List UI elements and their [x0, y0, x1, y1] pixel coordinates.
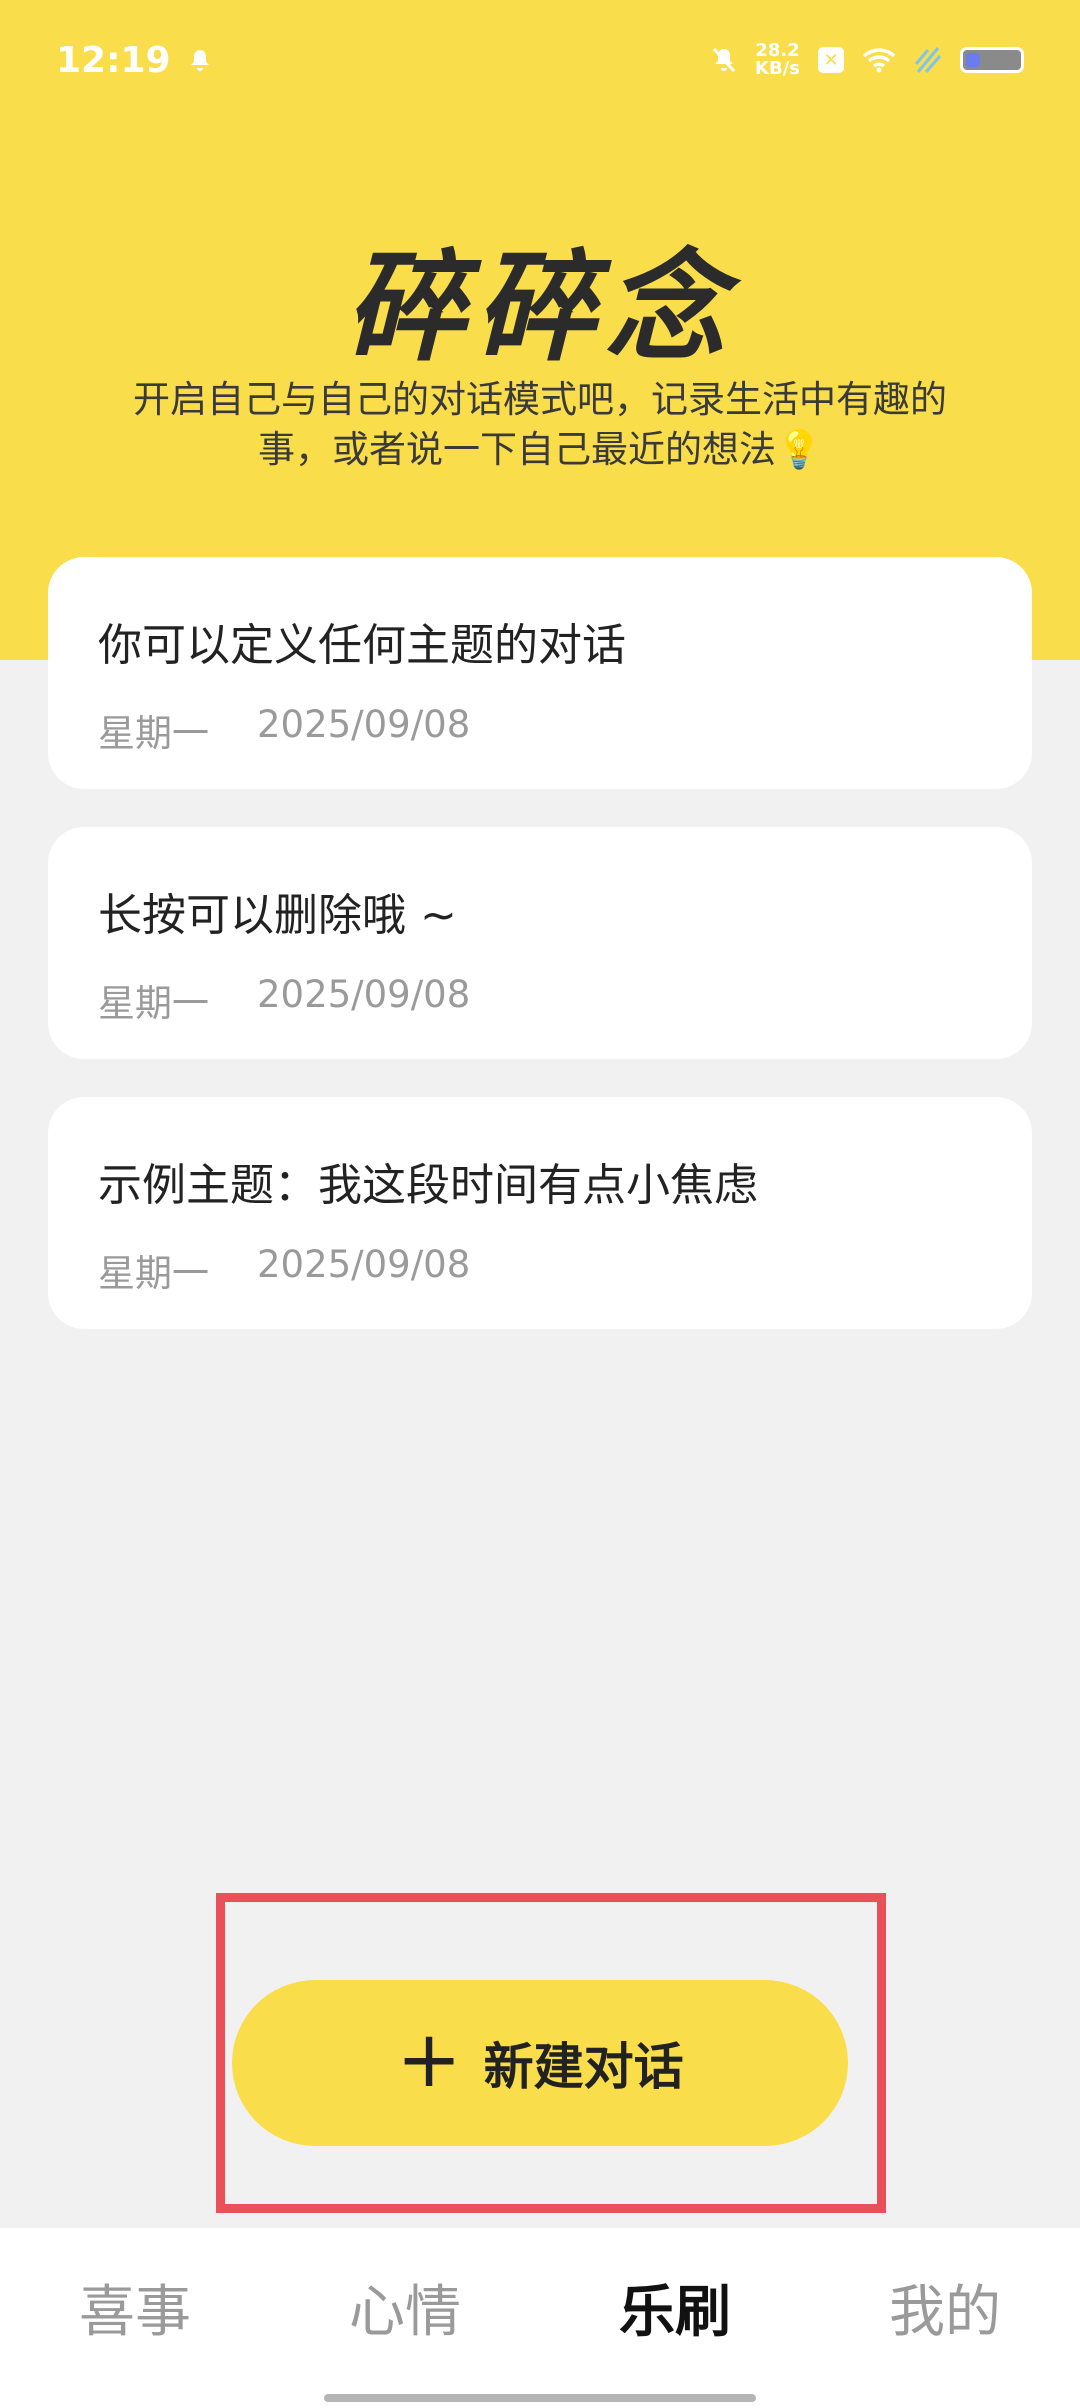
- conversation-title: 示例主题：我这段时间有点小焦虑: [98, 1160, 758, 1211]
- home-indicator[interactable]: [324, 2394, 756, 2402]
- conversation-date: 2025/09/08: [257, 703, 471, 746]
- bottom-tab-bar: 喜事 心情 乐刷 我的: [0, 2228, 1080, 2408]
- page-subtitle: 开启自己与自己的对话模式吧，记录生活中有趣的事，或者说一下自己最近的想法💡: [133, 378, 947, 471]
- tab-leshua[interactable]: 乐刷: [575, 2267, 775, 2348]
- charging-signal-icon: [914, 47, 942, 73]
- plus-icon: +: [396, 2015, 462, 2105]
- conversation-date: 2025/09/08: [257, 973, 471, 1016]
- network-speed: 28.2 KB/s: [755, 40, 800, 79]
- conversation-title: 你可以定义任何主题的对话: [98, 620, 626, 671]
- conversation-card[interactable]: 示例主题：我这段时间有点小焦虑 星期一 2025/09/08: [48, 1097, 1032, 1329]
- wifi-icon: [862, 48, 896, 73]
- page-title: 碎碎念: [345, 239, 735, 378]
- new-conversation-button[interactable]: + 新建对话: [232, 1980, 848, 2146]
- tab-xishi[interactable]: 喜事: [35, 2267, 235, 2348]
- conversation-card[interactable]: 长按可以删除哦 ~ 星期一 2025/09/08: [48, 827, 1032, 1059]
- close-box-icon: ✕: [818, 47, 844, 73]
- conversation-weekday: 星期一: [98, 1252, 209, 1295]
- status-time: 12:19: [56, 39, 171, 81]
- notification-bell-icon: [190, 50, 209, 71]
- conversation-title: 长按可以删除哦 ~: [98, 890, 457, 941]
- conversation-card[interactable]: 你可以定义任何主题的对话 星期一 2025/09/08: [48, 557, 1032, 789]
- tab-xinqing[interactable]: 心情: [305, 2267, 505, 2348]
- mute-bell-icon: [712, 47, 736, 73]
- battery-icon: [960, 47, 1024, 73]
- conversation-date: 2025/09/08: [257, 1243, 471, 1286]
- status-bar: 12:19 28.2 KB/s ✕: [0, 0, 1080, 120]
- tab-wode[interactable]: 我的: [845, 2267, 1045, 2348]
- conversation-weekday: 星期一: [98, 712, 209, 755]
- new-conversation-label: 新建对话: [483, 2038, 684, 2096]
- conversation-weekday: 星期一: [98, 982, 209, 1025]
